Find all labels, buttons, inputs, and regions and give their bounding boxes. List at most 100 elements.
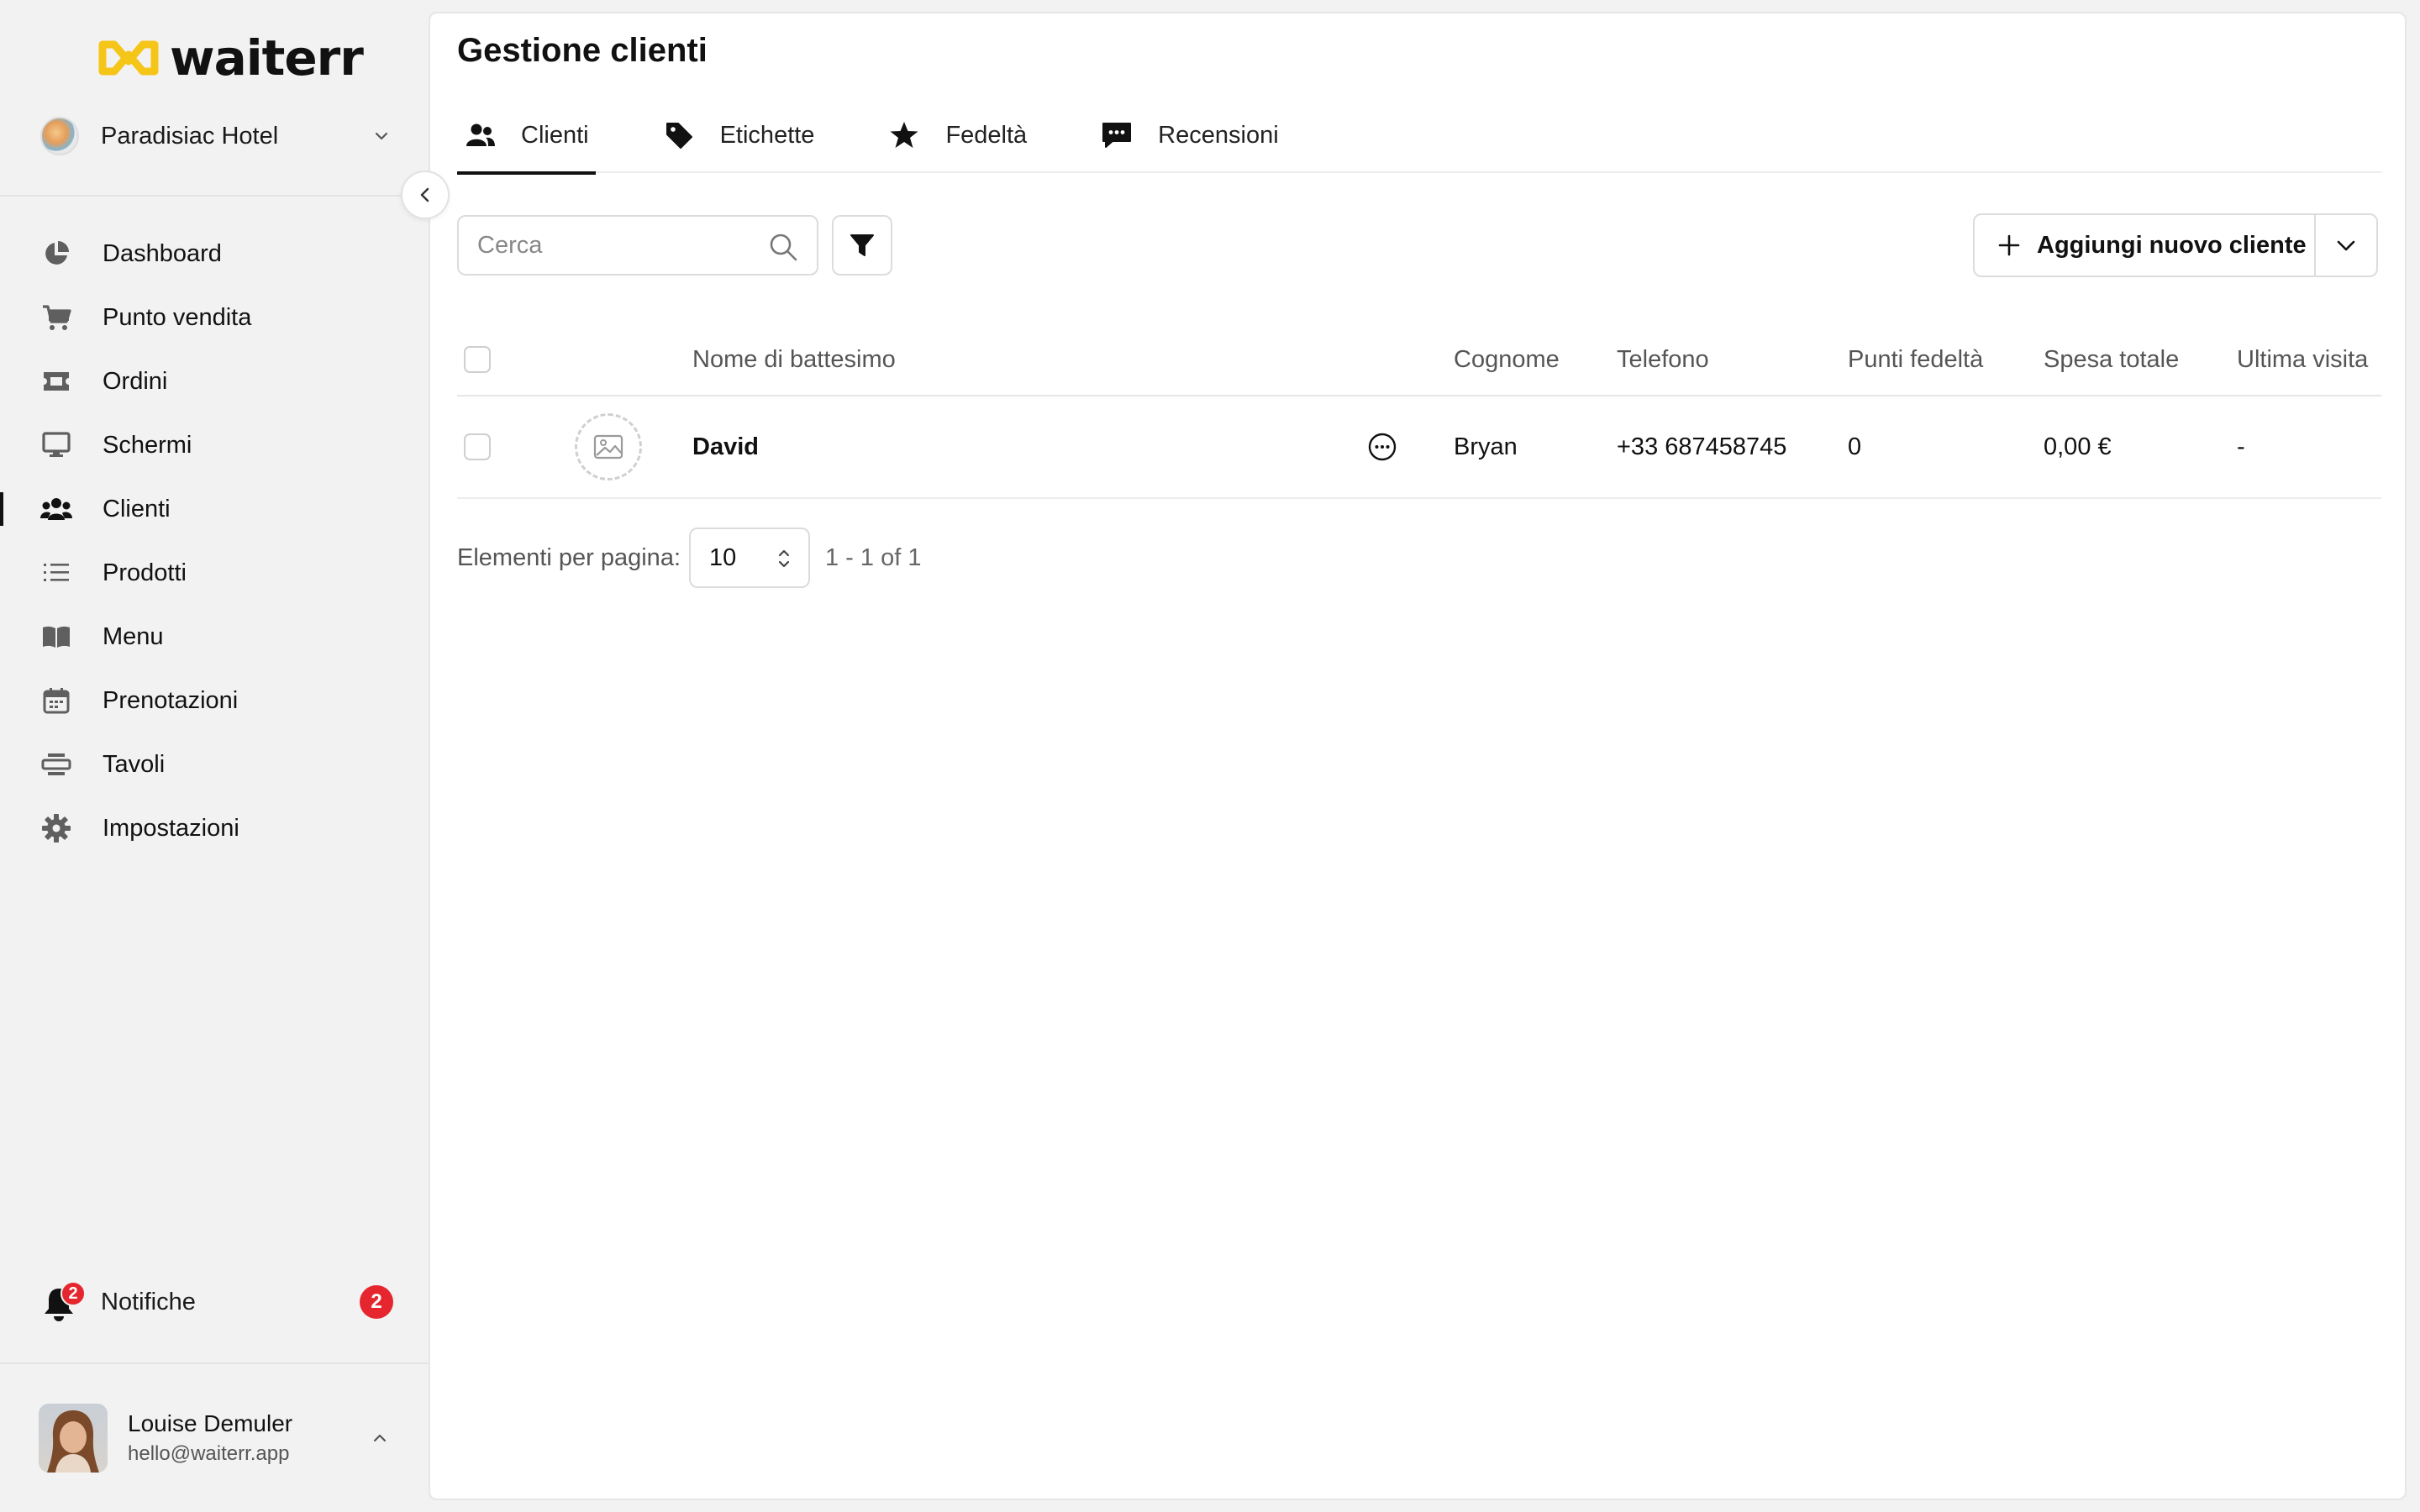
pie-chart-icon (40, 238, 72, 270)
sidebar-nav: Dashboard Punto vendita Ordini Schermi C… (0, 222, 429, 860)
items-per-page-value: 10 (709, 543, 737, 571)
column-header-total-spent[interactable]: Spesa totale (2044, 324, 2179, 395)
collapse-sidebar-button[interactable] (401, 171, 450, 219)
client-last-visit: - (2237, 433, 2245, 460)
sidebar-item-punto-vendita[interactable]: Punto vendita (0, 286, 429, 349)
tab-bar: Clienti Etichette Fedeltà Recensioni (457, 97, 2381, 175)
chat-icon (1101, 119, 1133, 151)
tab-etichette[interactable]: Etichette (656, 97, 822, 173)
items-per-page-select[interactable]: 10 (689, 528, 810, 588)
sidebar-item-label: Menu (103, 622, 164, 650)
add-client-button-group: Aggiungi nuovo cliente (1973, 213, 2378, 277)
up-down-chevron-icon (778, 549, 790, 568)
sidebar-item-label: Dashboard (103, 239, 222, 267)
star-icon (888, 119, 920, 151)
logo-text: waiterr (170, 29, 364, 87)
tab-fedelta[interactable]: Fedeltà (881, 97, 1034, 173)
avatar (39, 1404, 108, 1473)
logo-infinity-icon (98, 40, 159, 76)
sidebar-item-dashboard[interactable]: Dashboard (0, 222, 429, 286)
venue-selector[interactable]: Paradisiac Hotel (40, 113, 393, 160)
sidebar-item-tavoli[interactable]: Tavoli (0, 732, 429, 796)
row-actions-button[interactable] (1367, 396, 1397, 497)
add-client-label: Aggiungi nuovo cliente (2037, 231, 2307, 259)
tab-label: Etichette (719, 121, 815, 149)
tab-label: Clienti (521, 121, 589, 149)
table-header: Nome di battesimo Cognome Telefono Punti… (457, 324, 2381, 396)
column-header-loyalty-points[interactable]: Punti fedeltà (1848, 324, 1983, 395)
sidebar: waiterr Paradisiac Hotel Dashboard Punto… (0, 0, 429, 1512)
column-header-last-name[interactable]: Cognome (1454, 324, 1560, 395)
sidebar-divider (0, 195, 429, 197)
add-client-button[interactable]: Aggiungi nuovo cliente (1975, 215, 2316, 276)
table-row[interactable]: David Bryan +33 687458745 0 0,00 € - (457, 396, 2381, 499)
waiterr-logo[interactable]: waiterr (97, 29, 364, 87)
add-client-dropdown-button[interactable] (2316, 215, 2376, 276)
client-first-name: David (692, 433, 759, 460)
main-panel: Gestione clienti Clienti Etichette Fedel… (429, 12, 2407, 1500)
row-select-cell (464, 396, 491, 497)
select-all-cell (464, 324, 491, 395)
column-header-last-visit[interactable]: Ultima visita (2237, 324, 2368, 395)
sidebar-item-ordini[interactable]: Ordini (0, 349, 429, 413)
tab-recensioni[interactable]: Recensioni (1094, 97, 1285, 173)
select-all-checkbox[interactable] (464, 346, 491, 373)
sidebar-item-label: Ordini (103, 367, 168, 395)
user-menu[interactable]: Louise Demuler hello@waiterr.app (39, 1403, 392, 1473)
sidebar-item-clienti[interactable]: Clienti (0, 477, 429, 541)
column-header-first-name[interactable]: Nome di battesimo (692, 324, 896, 395)
page-title: Gestione clienti (457, 32, 708, 69)
sidebar-item-label: Schermi (103, 431, 192, 459)
sidebar-item-label: Punto vendita (103, 303, 252, 331)
sidebar-item-label: Prodotti (103, 559, 187, 586)
client-image-cell (575, 396, 642, 497)
filter-button[interactable] (832, 215, 892, 276)
search-box[interactable] (457, 215, 818, 276)
chevron-down-icon (375, 132, 388, 140)
chevron-up-icon (373, 1434, 387, 1442)
sidebar-item-schermi[interactable]: Schermi (0, 413, 429, 477)
client-last-name: Bryan (1454, 433, 1518, 460)
sidebar-item-label: Prenotazioni (103, 686, 239, 714)
gear-icon (40, 812, 72, 844)
sidebar-item-label: Impostazioni (103, 814, 239, 842)
chevron-down-icon (2337, 240, 2355, 251)
notification-dot-badge: 2 (60, 1281, 86, 1306)
tab-clienti[interactable]: Clienti (457, 97, 596, 175)
sidebar-item-menu[interactable]: Menu (0, 605, 429, 669)
notifications-label: Notifiche (101, 1288, 196, 1315)
filter-icon (850, 234, 874, 256)
sidebar-item-impostazioni[interactable]: Impostazioni (0, 796, 429, 860)
search-input[interactable] (477, 231, 755, 260)
search-icon (770, 234, 797, 261)
image-placeholder-icon (575, 413, 642, 480)
more-options-icon (1368, 433, 1397, 461)
column-header-phone[interactable]: Telefono (1617, 324, 1709, 395)
sidebar-item-prodotti[interactable]: Prodotti (0, 541, 429, 605)
client-loyalty-points: 0 (1848, 433, 1862, 460)
client-phone: +33 687458745 (1617, 433, 1787, 460)
pagination: Elementi per pagina: 10 1 - 1 of 1 (457, 528, 921, 588)
row-checkbox[interactable] (464, 433, 491, 460)
user-name: Louise Demuler (128, 1410, 293, 1436)
client-total-spent: 0,00 € (2044, 433, 2112, 460)
cart-icon (40, 302, 72, 333)
sidebar-item-label: Tavoli (103, 750, 166, 778)
items-per-page-label: Elementi per pagina: (457, 543, 681, 571)
list-icon (40, 557, 72, 589)
calendar-icon (40, 685, 72, 717)
venue-name: Paradisiac Hotel (101, 122, 279, 150)
monitor-icon (40, 429, 72, 461)
user-email: hello@waiterr.app (128, 1442, 290, 1465)
tab-label: Fedeltà (945, 121, 1028, 149)
sidebar-item-label: Clienti (103, 495, 171, 522)
bell-icon: 2 (40, 1281, 86, 1321)
user-info: Louise Demuler hello@waiterr.app (128, 1410, 292, 1466)
sidebar-item-prenotazioni[interactable]: Prenotazioni (0, 669, 429, 732)
ticket-icon (40, 365, 72, 397)
tag-icon (663, 119, 695, 151)
chevron-left-icon (420, 187, 429, 202)
tab-label: Recensioni (1158, 121, 1279, 149)
venue-avatar (40, 117, 79, 155)
notifications-item[interactable]: 2 Notifiche 2 (40, 1277, 393, 1327)
